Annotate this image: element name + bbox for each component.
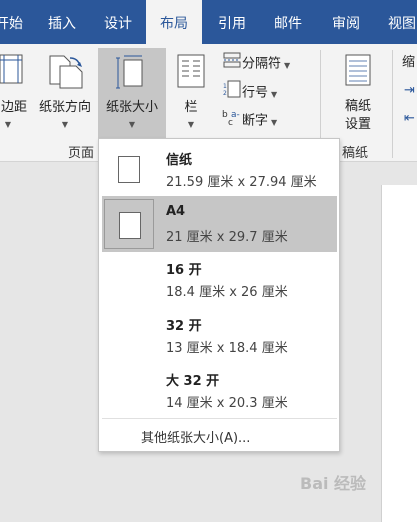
hyphenation-button[interactable]: b c a- 断字 ▼ [222,108,277,130]
size-label: 纸张大小 [105,100,158,115]
tab-insert[interactable]: 插入 [44,0,80,44]
chevron-down-icon: ▼ [128,120,136,129]
page-thumbnail-icon [118,156,140,183]
size-button[interactable]: 纸张大小 ▼ [98,48,166,142]
tab-label: 插入 [48,16,76,32]
paper-size-name: 信纸 [166,153,193,168]
paper-size-dimensions: 14 厘米 x 20.3 厘米 [166,396,288,411]
chevron-down-icon: ▼ [271,117,278,127]
draft-paper-icon [345,54,371,90]
tab-mailings[interactable]: 邮件 [270,0,306,44]
line-numbers-button[interactable]: 12 行号 ▼ [222,80,277,102]
chevron-down-icon: ▼ [4,120,12,129]
paper-size-dimensions: 21 厘米 x 29.7 厘米 [166,230,288,245]
group-draft-label: 稿纸 [342,146,369,161]
line-numbers-icon: 12 [222,80,242,106]
thumbnail-frame [104,144,154,194]
tab-label: 审阅 [332,16,360,32]
tab-label: 布局 [160,16,188,32]
paper-size-option-large-32k[interactable]: 大 32 开 14 厘米 x 20.3 厘米 [102,362,337,418]
indent-right-icon[interactable]: ⇤ [404,108,415,130]
paper-size-dimensions: 21.59 厘米 x 27.94 厘米 [166,175,317,190]
chevron-down-icon: ▼ [187,120,195,129]
watermark-logo: Bai 经验 [300,474,367,493]
paper-size-dimensions: 13 厘米 x 18.4 厘米 [166,341,288,356]
paper-size-dropdown: 信纸 21.59 厘米 x 27.94 厘米 A4 21 厘米 x 29.7 厘… [98,138,340,452]
tab-layout[interactable]: 布局 [146,0,202,46]
columns-button[interactable]: 栏 ▼ [168,48,214,142]
draft-settings-label: 稿纸 设置 [334,98,382,134]
margins-button[interactable]: 边距 ▼ [0,48,30,142]
thumbnail-frame [104,199,154,249]
columns-label: 栏 [184,100,198,115]
hyphenation-label: 断字 [242,113,269,129]
tab-home[interactable]: 开始 [0,0,38,44]
tab-label: 邮件 [274,16,302,32]
svg-text:1: 1 [223,83,227,90]
tab-label: 引用 [218,16,246,32]
draft-settings-button[interactable]: 稿纸 设置 [334,48,382,142]
orientation-icon [46,54,84,94]
paper-size-name: 32 开 [166,319,202,334]
page-thumbnail-icon [119,212,141,239]
tab-references[interactable]: 引用 [214,0,250,44]
svg-text:2: 2 [223,90,227,97]
tab-label: 设计 [104,16,132,32]
tab-view[interactable]: 视图 [384,0,417,44]
group-page-label: 页面 [68,146,95,161]
indent-label: 缩 [402,55,416,70]
draft-settings-line1: 稿纸 [344,99,371,114]
paper-size-name: 大 32 开 [166,374,220,389]
paper-size-name: 16 开 [166,263,202,278]
paper-size-option-32k[interactable]: 32 开 13 厘米 x 18.4 厘米 [102,307,337,363]
orientation-button[interactable]: 纸张方向 ▼ [32,48,98,142]
paper-size-option-16k[interactable]: 16 开 18.4 厘米 x 26 厘米 [102,251,337,307]
tab-design[interactable]: 设计 [100,0,136,44]
hyphenation-icon: b c a- [222,108,242,134]
chevron-down-icon: ▼ [284,60,291,70]
paper-size-dimensions: 18.4 厘米 x 26 厘米 [166,285,288,300]
group-divider [392,50,393,158]
margins-icon [0,54,23,88]
breaks-label: 分隔符 [242,56,282,72]
chevron-down-icon: ▼ [271,89,278,99]
paper-size-option-a4[interactable]: A4 21 厘米 x 29.7 厘米 [102,196,337,252]
paper-size-option-letter[interactable]: 信纸 21.59 厘米 x 27.94 厘米 [102,141,337,197]
tab-label: 视图 [388,16,416,32]
chevron-down-icon: ▼ [61,120,69,129]
line-numbers-label: 行号 [242,85,269,101]
breaks-button[interactable]: 分隔符 ▼ [222,52,290,74]
svg-text:a-: a- [231,110,240,120]
breaks-icon [222,52,242,76]
paper-size-name: A4 [166,204,186,219]
more-paper-sizes-item[interactable]: 其他纸张大小(A)... [141,427,250,446]
orientation-label: 纸张方向 [38,100,91,115]
indent-left-icon[interactable]: ⇥ [404,80,415,102]
document-page[interactable] [381,185,417,522]
tab-review[interactable]: 审阅 [328,0,364,44]
tab-label: 开始 [0,16,23,32]
margins-label: 边距 [0,100,27,115]
columns-icon [177,54,205,92]
ribbon-tab-bar: 开始 插入 设计 布局 引用 邮件 审阅 视图 [0,0,417,46]
menu-divider [102,418,337,419]
paper-size-icon [115,54,149,96]
draft-settings-line2: 设置 [344,117,371,132]
